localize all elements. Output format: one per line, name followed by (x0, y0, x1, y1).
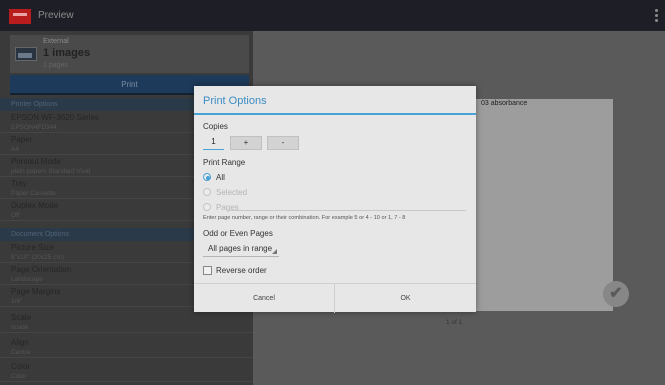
radio-unselected-icon (203, 203, 211, 211)
source-label: External (43, 38, 69, 45)
overflow-menu-icon[interactable] (653, 9, 659, 23)
chevron-right-icon: › (242, 343, 245, 353)
setting-align[interactable]: Align Centre › (0, 336, 253, 358)
reverse-order-label: Reverse order (216, 266, 267, 275)
radio-label: All (216, 173, 225, 182)
odd-even-label: Odd or Even Pages (203, 229, 273, 238)
page-indicator: 1 of 1 (446, 319, 463, 326)
setting-value: Inside (11, 324, 29, 331)
print-range-label: Print Range (203, 158, 246, 167)
odd-even-value: All pages in range (208, 244, 273, 253)
source-page-count: 1 pages (43, 62, 68, 69)
range-pages-radio[interactable]: Pages (203, 202, 283, 213)
radio-label: Selected (216, 188, 248, 197)
setting-value: Color (11, 373, 27, 380)
app-logo-icon (9, 9, 31, 24)
copies-label: Copies (203, 122, 228, 131)
source-image-count: 1 images (43, 47, 91, 59)
dropdown-caret-icon (272, 249, 277, 254)
radio-unselected-icon (203, 188, 211, 196)
cancel-button[interactable]: Cancel (194, 284, 335, 313)
dialog-title: Print Options (194, 86, 476, 115)
setting-label: Color (11, 362, 31, 371)
setting-color[interactable]: Color Color › (0, 360, 253, 382)
radio-selected-icon (203, 173, 211, 181)
page-range-hint: Enter page number, range or their combin… (203, 215, 406, 221)
app-title: Preview (38, 10, 74, 21)
preview-page-text: 03 absorbance (481, 100, 528, 107)
radio-label: Pages (216, 203, 239, 212)
source-card[interactable]: External 1 images 1 pages (10, 35, 249, 73)
title-bar: Preview (0, 0, 665, 31)
copies-input[interactable]: 1 (203, 136, 224, 150)
image-thumbnail-icon (15, 47, 37, 61)
setting-scale[interactable]: Scale Inside › (0, 311, 253, 333)
copies-decrement-button[interactable]: - (267, 136, 299, 150)
confirm-check-icon[interactable]: ✔ (603, 281, 629, 307)
reverse-order-checkbox[interactable] (203, 266, 212, 275)
range-all-radio[interactable]: All (203, 172, 283, 183)
copies-increment-button[interactable]: + (230, 136, 262, 150)
print-options-dialog: Print Options Copies 1 + - Print Range A… (194, 86, 476, 313)
odd-even-select[interactable]: All pages in range (203, 241, 279, 257)
pages-input[interactable] (228, 210, 466, 211)
setting-value: Centre (11, 349, 31, 356)
ok-button[interactable]: OK (335, 284, 476, 313)
range-selected-radio[interactable]: Selected (203, 187, 283, 198)
setting-label: Scale (11, 313, 32, 322)
dialog-button-row: Cancel OK (194, 283, 476, 313)
setting-label: Align (11, 338, 29, 347)
chevron-right-icon: › (242, 367, 245, 377)
chevron-right-icon: › (242, 318, 245, 328)
